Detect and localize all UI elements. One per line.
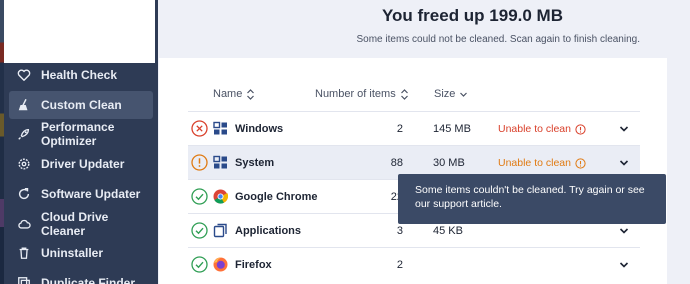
page-subtitle: Some items could not be cleaned. Scan ag… xyxy=(356,34,640,45)
warning-icon xyxy=(191,154,208,171)
tooltip: Some items couldn't be cleaned. Try agai… xyxy=(398,174,666,224)
sidebar-item-label: Performance Optimizer xyxy=(41,120,115,148)
column-header-name[interactable]: Name xyxy=(213,88,255,100)
info-icon[interactable] xyxy=(575,123,586,135)
row-count: 3 xyxy=(396,225,403,237)
info-icon[interactable] xyxy=(575,157,586,169)
sidebar-logo-area xyxy=(4,0,155,63)
sort-icon xyxy=(247,88,255,100)
sidebar-item-label: Duplicate Finder xyxy=(41,276,136,284)
heart-icon xyxy=(17,68,31,82)
sort-icon xyxy=(400,88,408,100)
sidebar-item-software-updater[interactable]: Software Updater xyxy=(9,180,153,208)
row-count: 88 xyxy=(390,157,403,169)
row-status-text: Unable to clean xyxy=(498,157,586,169)
table-row[interactable]: Firefox 2 xyxy=(188,247,640,281)
error-icon xyxy=(191,120,208,137)
row-name: Windows xyxy=(235,123,284,135)
firefox-icon xyxy=(213,257,228,272)
row-name: System xyxy=(235,157,275,169)
sidebar-item-uninstaller[interactable]: Uninstaller xyxy=(9,239,153,267)
sidebar-item-health-check[interactable]: Health Check xyxy=(9,61,153,89)
rocket-icon xyxy=(17,127,31,141)
chrome-icon xyxy=(213,189,229,204)
sidebar-item-label: Custom Clean xyxy=(41,98,122,112)
broom-icon xyxy=(17,98,31,112)
chevron-down-icon[interactable] xyxy=(618,226,630,236)
sidebar: Health Check Custom Clean Performance Op… xyxy=(4,0,158,284)
gear-icon xyxy=(17,157,31,171)
page-title: You freed up 199.0 MB xyxy=(381,6,563,25)
trash-icon xyxy=(17,246,31,260)
cloud-icon xyxy=(17,217,31,231)
check-icon xyxy=(191,222,208,239)
sidebar-item-duplicate-finder[interactable]: Duplicate Finder xyxy=(9,269,153,284)
chevron-down-icon[interactable] xyxy=(618,158,630,168)
row-size: 45 KB xyxy=(433,225,463,237)
sidebar-item-label: Health Check xyxy=(41,68,118,82)
row-size: 30 MB xyxy=(433,157,465,169)
sidebar-item-performance-optimizer[interactable]: Performance Optimizer xyxy=(9,120,153,148)
row-size: 145 MB xyxy=(433,123,471,135)
check-icon xyxy=(191,256,208,273)
windows-icon xyxy=(213,155,228,170)
applications-icon xyxy=(213,223,228,238)
chevron-down-icon xyxy=(460,92,468,97)
sidebar-item-label: Driver Updater xyxy=(41,157,125,171)
row-status-text: Unable to clean xyxy=(498,123,586,135)
sidebar-item-label: Cloud Drive Cleaner xyxy=(41,210,109,238)
sidebar-item-driver-updater[interactable]: Driver Updater xyxy=(9,150,153,178)
column-header-count[interactable]: Number of items xyxy=(315,88,409,100)
sidebar-item-label: Software Updater xyxy=(41,187,141,201)
chevron-down-icon[interactable] xyxy=(618,124,630,134)
row-name: Applications xyxy=(235,225,302,237)
sidebar-item-custom-clean[interactable]: Custom Clean xyxy=(9,91,153,119)
sidebar-item-cloud-drive-cleaner[interactable]: Cloud Drive Cleaner xyxy=(9,210,153,238)
chevron-down-icon[interactable] xyxy=(618,260,630,270)
column-header-size[interactable]: Size xyxy=(434,88,468,100)
copy-icon xyxy=(17,276,31,284)
sidebar-item-label: Uninstaller xyxy=(41,246,104,260)
row-count: 2 xyxy=(396,123,403,135)
refresh-icon xyxy=(17,187,31,201)
check-icon xyxy=(191,188,208,205)
table-row[interactable]: Windows 2 145 MB Unable to clean xyxy=(188,111,640,145)
row-name: Firefox xyxy=(235,259,272,271)
windows-icon xyxy=(213,121,228,136)
row-name: Google Chrome xyxy=(235,191,318,203)
row-count: 2 xyxy=(396,259,403,271)
